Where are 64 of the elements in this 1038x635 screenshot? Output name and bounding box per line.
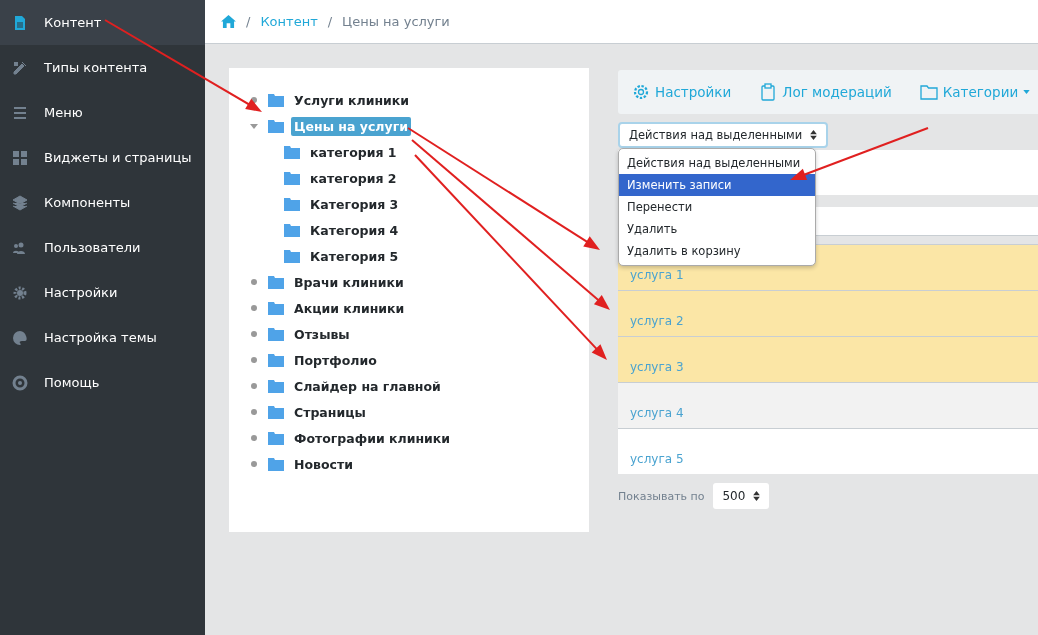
grid-icon xyxy=(12,149,28,166)
folder-icon xyxy=(268,405,284,419)
caret-icon[interactable] xyxy=(250,123,258,129)
folder-icon xyxy=(268,457,284,471)
folder-icon xyxy=(268,327,284,341)
tree-item[interactable]: Страницы xyxy=(291,402,369,422)
tree-item[interactable]: категория 2 xyxy=(307,168,400,188)
tree-item[interactable]: Категория 3 xyxy=(307,194,402,214)
folder-icon xyxy=(268,431,284,445)
breadcrumb-separator: / xyxy=(246,14,251,29)
folder-icon xyxy=(268,379,284,393)
caret-icon xyxy=(1023,90,1031,94)
sidebar-item[interactable]: Виджеты и страницы xyxy=(0,135,205,180)
page-size-select[interactable]: 500 xyxy=(713,483,770,509)
dropdown-option[interactable]: Действия над выделенными xyxy=(619,152,815,174)
document-icon xyxy=(12,14,28,31)
page-size-label: Показывать по xyxy=(618,489,705,503)
tree-item[interactable]: Слайдер на главной xyxy=(291,376,444,396)
gear-icon xyxy=(632,83,650,101)
pencil-ruler-icon xyxy=(12,59,28,76)
tree-item[interactable]: Категория 5 xyxy=(307,246,402,266)
breadcrumb-current: Цены на услуги xyxy=(342,14,450,29)
sidebar-item[interactable]: Компоненты xyxy=(0,180,205,225)
folder-icon xyxy=(284,145,300,159)
folder-icon xyxy=(268,275,284,289)
bulk-action-select[interactable]: Действия над выделенными xyxy=(618,122,829,148)
tree-item[interactable]: Услуги клиники xyxy=(291,90,413,110)
tree-item[interactable]: Фотографии клиники xyxy=(291,428,454,448)
tree-item[interactable]: Врачи клиники xyxy=(291,272,407,292)
palette-icon xyxy=(12,329,28,346)
folder-icon xyxy=(268,93,284,107)
folder-icon xyxy=(284,249,300,263)
sidebar-item[interactable]: Помощь xyxy=(0,360,205,405)
folder-icon xyxy=(268,353,284,367)
sidebar-item[interactable]: Меню xyxy=(0,90,205,135)
layers-icon xyxy=(12,194,28,211)
sort-icon xyxy=(810,130,818,140)
tree-item[interactable]: Категория 4 xyxy=(307,220,402,240)
lifebuoy-icon xyxy=(12,374,28,391)
tree-item[interactable]: Новости xyxy=(291,454,356,474)
tree-item[interactable]: Портфолио xyxy=(291,350,380,370)
sidebar-item[interactable]: Типы контента xyxy=(0,45,205,90)
folder-icon xyxy=(284,171,300,185)
folder-icon xyxy=(268,301,284,315)
folder-icon xyxy=(284,197,300,211)
sidebar-item[interactable]: Пользователи xyxy=(0,225,205,270)
gear-icon xyxy=(12,284,28,301)
dropdown-option[interactable]: Удалить xyxy=(619,218,815,240)
folder-icon xyxy=(284,223,300,237)
sidebar-item[interactable]: Настройки xyxy=(0,270,205,315)
sidebar-item[interactable]: Настройка темы xyxy=(0,315,205,360)
folder-icon xyxy=(268,119,284,133)
home-icon[interactable] xyxy=(221,15,236,28)
dropdown-option[interactable]: Перенести xyxy=(619,196,815,218)
clipboard-icon xyxy=(759,83,778,101)
tree-item[interactable]: Акции клиники xyxy=(291,298,408,318)
dropdown-option[interactable]: Изменить записи xyxy=(619,174,815,196)
breadcrumb-separator: / xyxy=(327,14,333,29)
sidebar-item[interactable]: Контент xyxy=(0,0,205,45)
sort-icon xyxy=(753,491,761,501)
folder-icon xyxy=(919,83,938,101)
tree-item[interactable]: категория 1 xyxy=(307,142,400,162)
tree-item[interactable]: Отзывы xyxy=(291,324,353,344)
menu-icon xyxy=(12,104,28,121)
